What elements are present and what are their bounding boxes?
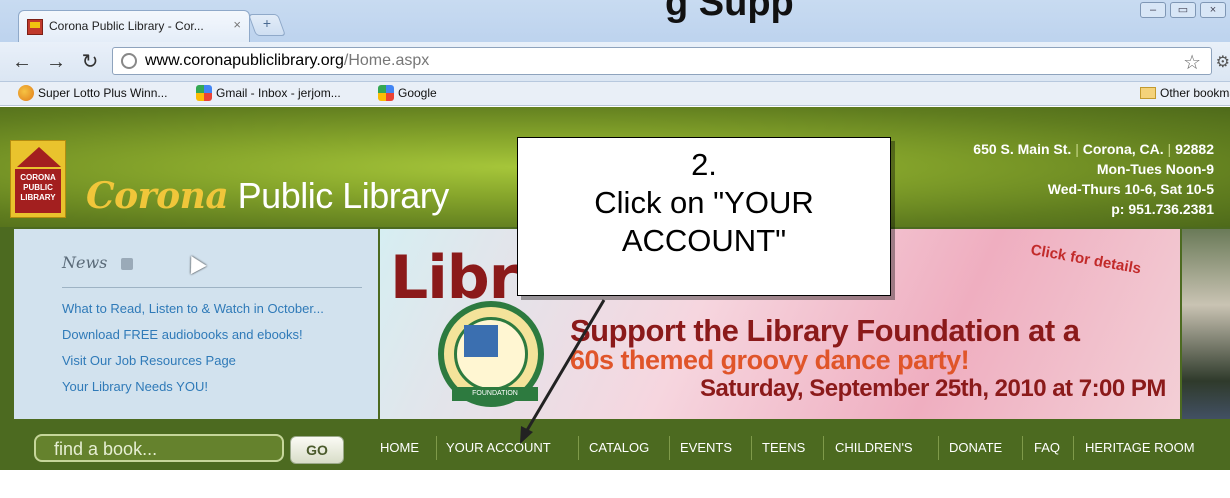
url-domain: www.coronapubliclibrary.org: [145, 52, 344, 69]
close-window-button[interactable]: ×: [1200, 2, 1226, 18]
callout-line: Click on "YOUR: [594, 185, 814, 220]
news-link[interactable]: Visit Our Job Resources Page: [62, 353, 236, 368]
mouse-cursor-icon: [183, 251, 207, 275]
google-icon: [378, 85, 394, 101]
nav-separator: [751, 436, 752, 460]
address-bar[interactable]: www.coronapubliclibrary.org/Home.aspx ☆: [112, 47, 1212, 75]
window-controls: – ▭ ×: [1140, 2, 1226, 18]
logo-text: CORONA PUBLIC LIBRARY: [15, 169, 61, 213]
nav-separator: [578, 436, 579, 460]
nav-your-account[interactable]: YOUR ACCOUNT: [446, 440, 551, 455]
nav-separator: [1073, 436, 1074, 460]
browser-tab[interactable]: Corona Public Library - Cor... ×: [18, 10, 250, 42]
back-arrow-icon[interactable]: ←: [10, 50, 34, 74]
hours-line: Mon-Tues Noon-9: [1096, 161, 1214, 177]
phone-number: p: 951.736.2381: [1111, 201, 1214, 217]
main-nav: find a book... GO HOME YOUR ACCOUNT CATA…: [0, 426, 1230, 470]
callout-step: 2.: [691, 147, 717, 182]
news-divider: [62, 287, 362, 288]
bookmarks-bar: Super Lotto Plus Winn... Gmail - Inbox -…: [0, 82, 1230, 106]
nav-faq[interactable]: FAQ: [1034, 440, 1060, 455]
hours-line: Wed-Thurs 10-6, Sat 10-5: [1047, 181, 1214, 197]
foundation-seal: FOUNDATION: [438, 301, 544, 407]
nav-events[interactable]: EVENTS: [680, 440, 732, 455]
news-title: News: [62, 253, 108, 272]
wrench-icon[interactable]: ⚙: [1216, 52, 1230, 72]
bookmark-google[interactable]: Google: [378, 85, 437, 103]
bookmark-label: Super Lotto Plus Winn...: [38, 86, 168, 100]
search-placeholder: find a book...: [54, 439, 158, 459]
site-name-rest: Public Library: [228, 175, 450, 216]
forward-arrow-icon[interactable]: →: [44, 50, 68, 74]
google-icon: [196, 85, 212, 101]
page-info-icon[interactable]: [121, 53, 137, 69]
bookmark-gmail[interactable]: Gmail - Inbox - jerjom...: [196, 85, 341, 103]
overlay-heading: g Supp: [665, 0, 794, 24]
tab-close-icon[interactable]: ×: [233, 17, 241, 32]
address-street: 650 S. Main St.: [973, 141, 1072, 157]
site-name[interactable]: Corona Public Library: [86, 175, 449, 217]
side-photo-strip[interactable]: [1182, 229, 1230, 419]
nav-home[interactable]: HOME: [380, 440, 419, 455]
banner-subheadline: 60s themed groovy dance party!: [570, 345, 970, 375]
nav-separator: [1022, 436, 1023, 460]
folder-icon: [1140, 86, 1156, 99]
nav-separator: [823, 436, 824, 460]
news-link[interactable]: Download FREE audiobooks and ebooks!: [62, 327, 303, 342]
go-button[interactable]: GO: [290, 436, 344, 464]
library-address: 650 S. Main St. | Corona, CA. | 92882 Mo…: [973, 141, 1214, 217]
plus-icon: +: [262, 15, 272, 31]
news-link[interactable]: Your Library Needs YOU!: [62, 379, 208, 394]
address-zip: 92882: [1175, 141, 1214, 157]
bookmark-star-icon[interactable]: ☆: [1183, 50, 1201, 75]
nav-separator: [436, 436, 437, 460]
nav-separator: [669, 436, 670, 460]
browser-titlebar: Corona Public Library - Cor... × + g Sup…: [0, 0, 1230, 42]
logo-line: PUBLIC: [23, 183, 53, 192]
rss-icon[interactable]: [121, 258, 133, 270]
news-panel: News What to Read, Listen to & Watch in …: [14, 229, 378, 419]
minimize-button[interactable]: –: [1140, 2, 1166, 18]
nav-teens[interactable]: TEENS: [762, 440, 805, 455]
browser-toolbar: ← → ↻ www.coronapubliclibrary.org/Home.a…: [0, 42, 1230, 82]
logo-roof-icon: [17, 147, 61, 167]
reload-icon[interactable]: ↻: [78, 50, 102, 74]
library-logo[interactable]: CORONA PUBLIC LIBRARY: [10, 140, 66, 218]
library-building-icon: [464, 325, 498, 357]
site-name-brand: Corona: [86, 175, 229, 217]
search-input[interactable]: find a book...: [34, 434, 284, 462]
bookmark-label: Gmail - Inbox - jerjom...: [216, 86, 341, 100]
other-bookmarks-label: Other bookmar: [1160, 85, 1230, 100]
url-path: /Home.aspx: [343, 52, 430, 69]
nav-donate[interactable]: DONATE: [949, 440, 1002, 455]
library-favicon-icon: [27, 19, 43, 35]
seal-ribbon: FOUNDATION: [452, 387, 538, 401]
other-bookmarks[interactable]: Other bookmar: [1140, 85, 1230, 103]
url-text: www.coronapubliclibrary.org/Home.aspx: [145, 52, 429, 70]
click-for-details-link[interactable]: Click for details: [1029, 241, 1142, 277]
nav-catalog[interactable]: CATALOG: [589, 440, 649, 455]
nav-childrens[interactable]: CHILDREN'S: [835, 440, 913, 455]
nav-heritage-room[interactable]: HERITAGE ROOM: [1085, 440, 1195, 455]
bookmark-label: Google: [398, 86, 437, 100]
callout-line: ACCOUNT": [621, 223, 787, 258]
logo-line: LIBRARY: [20, 193, 56, 202]
lotto-icon: [18, 85, 34, 101]
banner-date: Saturday, September 25th, 2010 at 7:00 P…: [700, 375, 1166, 402]
news-link[interactable]: What to Read, Listen to & Watch in Octob…: [62, 301, 324, 316]
tab-title: Corona Public Library - Cor...: [49, 19, 204, 33]
banner-headline: Support the Library Foundation at a: [570, 313, 1080, 348]
address-city: Corona, CA.: [1082, 141, 1164, 157]
bookmark-lotto[interactable]: Super Lotto Plus Winn...: [18, 85, 167, 103]
maximize-button[interactable]: ▭: [1170, 2, 1196, 18]
logo-line: CORONA: [20, 173, 56, 182]
instruction-callout: 2. Click on "YOUR ACCOUNT": [517, 137, 891, 296]
nav-separator: [938, 436, 939, 460]
